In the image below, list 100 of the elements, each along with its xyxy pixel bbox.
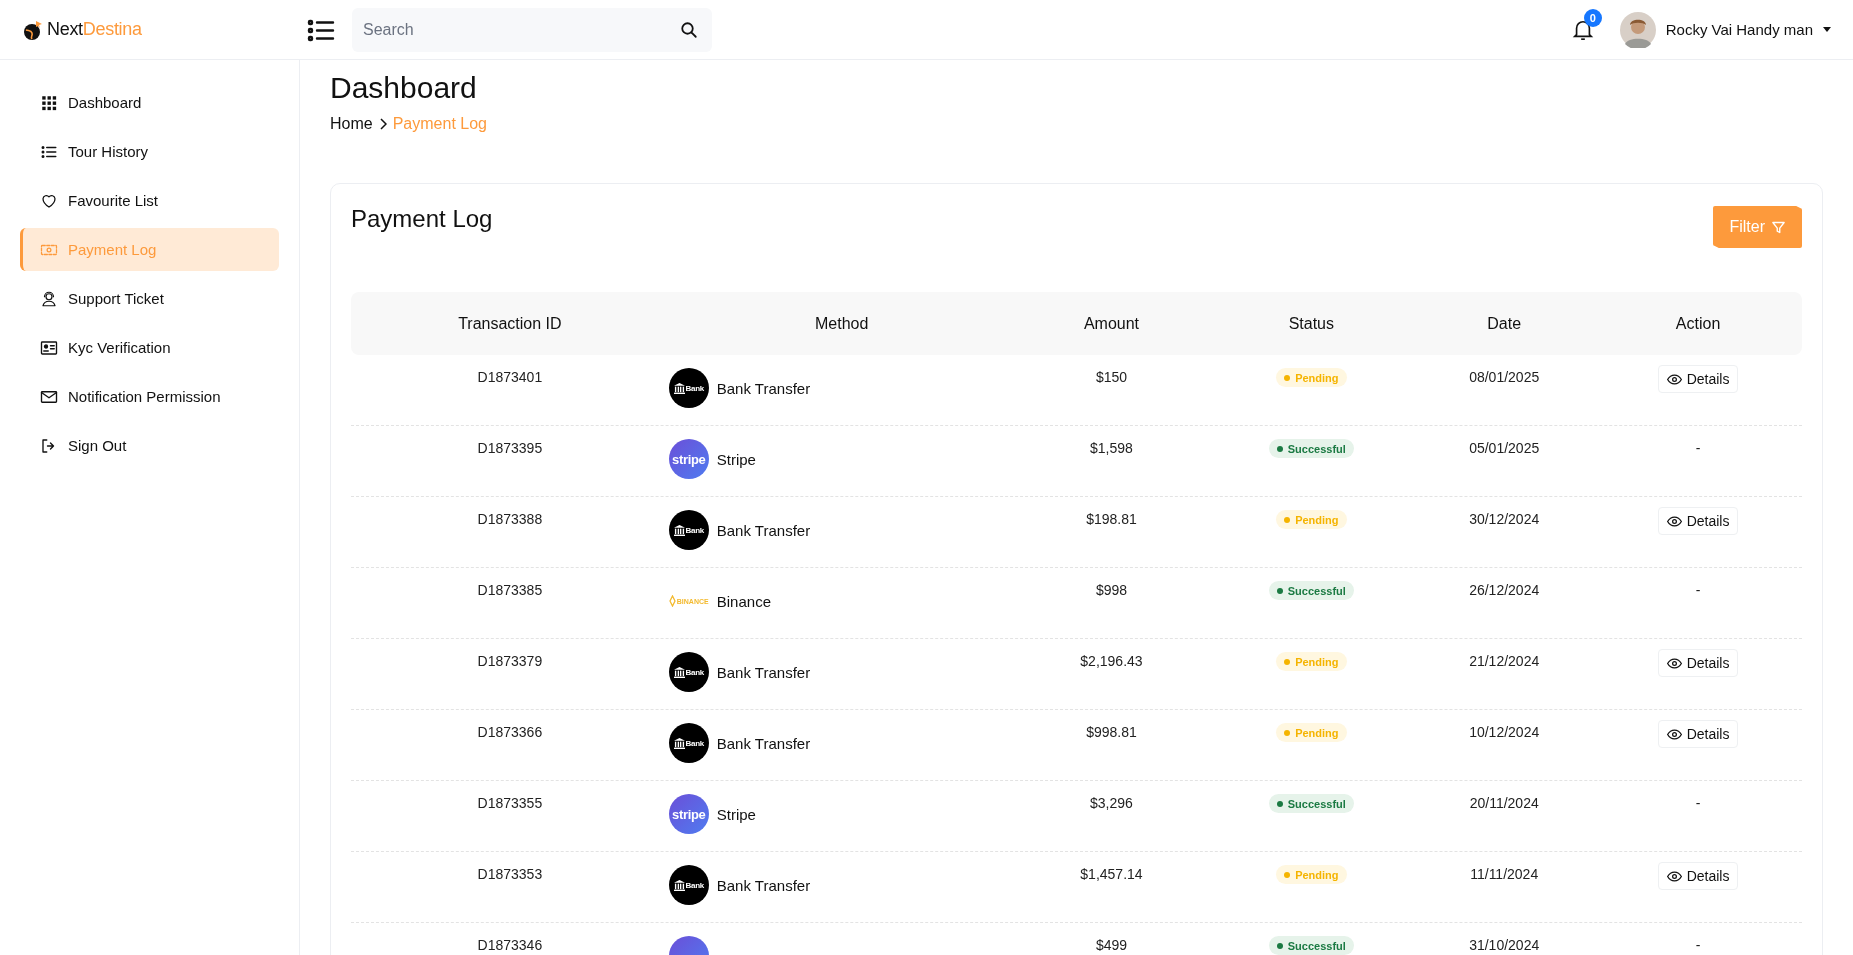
status-badge: Pending [1276, 723, 1347, 742]
date: 20/11/2024 [1469, 795, 1539, 811]
status-badge: Successful [1268, 581, 1354, 600]
method-logo: Bank [668, 865, 709, 905]
details-button[interactable]: Details [1657, 720, 1739, 748]
no-action: - [1695, 795, 1701, 811]
support-agent-icon [40, 289, 58, 308]
method-name: Binance [716, 592, 771, 610]
column-header: Action [1674, 314, 1722, 333]
amount: $198.81 [1086, 511, 1137, 527]
sidebar-item[interactable]: Sign Out [20, 424, 279, 467]
transaction-id: D1873395 [477, 440, 543, 456]
date: 21/12/2024 [1469, 653, 1540, 669]
details-button[interactable]: Details [1657, 649, 1739, 677]
status-badge: Pending [1276, 510, 1347, 529]
sidebar-item[interactable]: Dashboard [20, 81, 279, 124]
id-card-icon [40, 338, 58, 357]
transaction-id: D1873355 [477, 795, 543, 811]
method-name: Bank Transfer [716, 379, 811, 397]
menu-icon[interactable] [307, 17, 335, 42]
date: 31/10/2024 [1469, 937, 1540, 953]
bank-icon [673, 382, 685, 394]
column-header: Method [813, 314, 870, 333]
details-button[interactable]: Details [1657, 365, 1739, 393]
amount: $998 [1095, 582, 1128, 598]
amount: $2,196.43 [1080, 653, 1143, 669]
grid-icon [40, 93, 58, 112]
no-action: - [1695, 937, 1701, 953]
chevron-icon [378, 118, 387, 130]
method-name: Bank Transfer [716, 734, 811, 752]
status-badge: Pending [1276, 865, 1347, 884]
status-badge: Pending [1276, 652, 1347, 671]
diamond-icon [668, 595, 676, 607]
status-badge: Successful [1268, 936, 1354, 955]
search-icon[interactable] [680, 20, 698, 39]
date: 11/11/2024 [1470, 866, 1539, 882]
status-badge: Pending [1276, 368, 1347, 387]
sidebar-item[interactable]: Tour History [20, 130, 279, 173]
sidebar-item[interactable]: Notification Permission [20, 375, 279, 418]
method-logo: Bank [668, 652, 709, 692]
status-badge: Successful [1268, 439, 1354, 458]
transaction-id: D1873385 [477, 582, 543, 598]
eye-icon [1666, 655, 1682, 671]
transaction-id: D1873388 [477, 511, 543, 527]
transaction-id: D1873366 [477, 724, 543, 740]
no-action: - [1695, 440, 1701, 456]
column-header: Amount [1082, 314, 1141, 333]
amount: $1,457.14 [1080, 866, 1143, 882]
search-field[interactable]: Search [352, 7, 712, 52]
eye-icon [1666, 513, 1682, 529]
filter-icon [1771, 219, 1786, 235]
amount: $998.81 [1086, 724, 1137, 740]
date: 26/12/2024 [1469, 582, 1540, 598]
transaction-id: D1873401 [477, 369, 543, 385]
method-name: Stripe [716, 805, 756, 823]
method-logo: stripe [668, 794, 709, 834]
transaction-id: D1873353 [477, 866, 543, 882]
bank-icon [673, 737, 685, 749]
status-badge: Successful [1268, 794, 1354, 813]
eye-icon [1666, 371, 1682, 387]
amount: $3,296 [1090, 795, 1133, 811]
amount: $150 [1095, 369, 1128, 385]
details-button[interactable]: Details [1657, 507, 1739, 535]
bank-icon [673, 879, 685, 891]
brand-name: NextDestina [47, 19, 142, 40]
bank-icon [673, 666, 685, 678]
details-button[interactable]: Details [1657, 862, 1739, 890]
amount: $1,598 [1090, 440, 1133, 456]
date: 05/01/2025 [1469, 440, 1540, 456]
method-logo: Bank [668, 510, 709, 550]
date: 10/12/2024 [1469, 724, 1540, 740]
transaction-id: D1873346 [477, 937, 543, 953]
date: 08/01/2025 [1469, 369, 1540, 385]
method-name: Bank Transfer [716, 521, 811, 539]
notification-count: 0 [1583, 8, 1602, 27]
transaction-id: D1873379 [477, 653, 543, 669]
method-name: Stripe [716, 450, 756, 468]
eye-icon [1666, 726, 1682, 742]
sidebar-item[interactable]: Support Ticket [20, 277, 279, 320]
bank-icon [673, 524, 685, 536]
caret-icon [1823, 27, 1831, 32]
method-logo: stripe [668, 439, 709, 479]
method-name: Bank Transfer [716, 663, 811, 681]
avatar [1619, 11, 1656, 48]
method-name: Bank Transfer [716, 876, 811, 894]
amount: $499 [1095, 937, 1128, 953]
column-header: Transaction ID [457, 314, 563, 333]
sidebar-item[interactable]: Kyc Verification [20, 326, 279, 369]
card-title: Payment Log [351, 204, 493, 234]
date: 30/12/2024 [1469, 511, 1540, 527]
method-logo: Bank [668, 368, 709, 408]
sidebar-item[interactable]: Favourite List [20, 179, 279, 222]
breadcrumb-link[interactable]: Home [330, 115, 373, 133]
no-action: - [1695, 582, 1701, 598]
eye-icon [1666, 868, 1682, 884]
column-header: Status [1287, 314, 1335, 333]
page-title: Dashboard [330, 70, 478, 106]
method-logo: Bank [668, 723, 709, 763]
user-menu[interactable]: Rocky Vai Handy man [1619, 11, 1831, 48]
column-header: Date [1486, 314, 1523, 333]
